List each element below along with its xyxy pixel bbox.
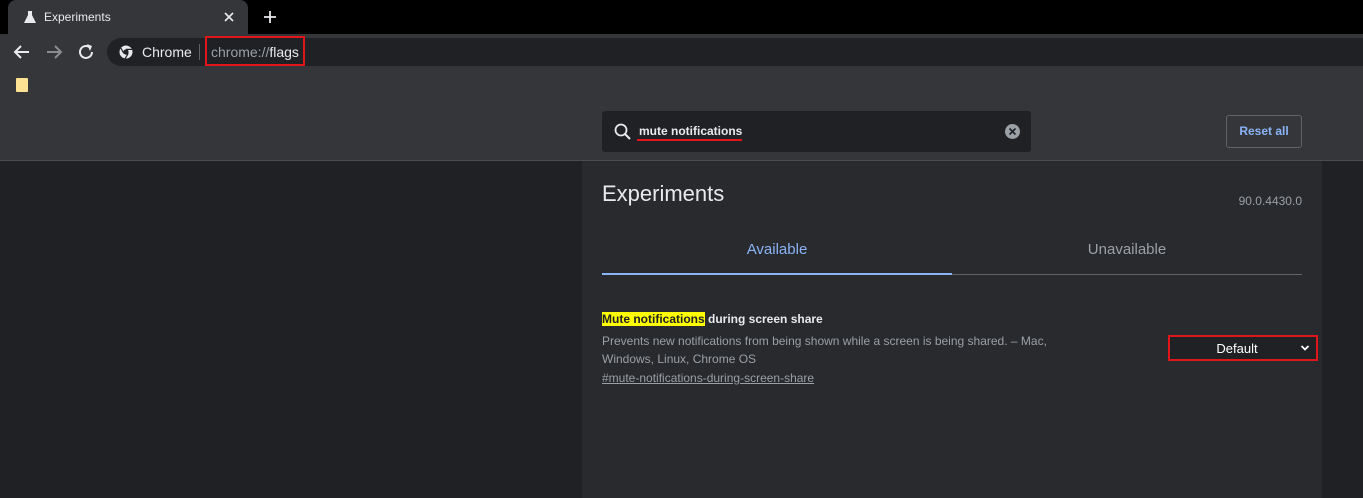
- search-input[interactable]: mute notifications: [639, 124, 742, 138]
- page-title: Experiments: [602, 181, 725, 206]
- chevron-down-icon: [1300, 345, 1310, 351]
- url-host: flags: [269, 44, 299, 60]
- tab-experiments[interactable]: Experiments: [8, 0, 248, 34]
- reload-icon[interactable]: [75, 41, 97, 63]
- toolbar: Chrome chrome://flags: [0, 34, 1363, 70]
- forward-arrow-icon[interactable]: [43, 41, 65, 63]
- experiment-item: Mute notifications during screen share P…: [602, 311, 1318, 386]
- tab-title: Experiments: [44, 10, 111, 24]
- tab-unavailable[interactable]: Unavailable: [952, 229, 1302, 275]
- plus-icon[interactable]: [260, 7, 280, 27]
- experiment-select[interactable]: Default: [1168, 335, 1318, 361]
- reset-all-button[interactable]: Reset all: [1226, 115, 1302, 148]
- bookmarks-bar: [0, 70, 1363, 102]
- back-arrow-icon[interactable]: [11, 41, 33, 63]
- experiment-select-value: Default: [1216, 341, 1258, 356]
- experiment-title-highlight: Mute notifications: [602, 312, 705, 326]
- close-icon[interactable]: [220, 8, 238, 26]
- url-text[interactable]: chrome://flags: [211, 44, 299, 60]
- experiment-tabs: Available Unavailable: [602, 229, 1302, 275]
- omnibox[interactable]: Chrome chrome://flags: [107, 36, 1363, 66]
- version-label: 90.0.4430.0: [1238, 194, 1302, 208]
- experiments-panel: Experiments 90.0.4430.0 Available Unavai…: [582, 161, 1322, 498]
- folder-icon[interactable]: [16, 78, 28, 92]
- experiment-title-rest: during screen share: [704, 312, 823, 326]
- search-annotation-underline: [637, 139, 742, 141]
- experiment-title: Mute notifications during screen share: [602, 311, 1302, 327]
- chrome-logo-icon: [119, 45, 133, 59]
- url-highlight-box: chrome://flags: [205, 36, 305, 66]
- search-box[interactable]: mute notifications: [602, 111, 1031, 152]
- tab-strip: Experiments: [0, 0, 1363, 34]
- experiment-link[interactable]: #mute-notifications-during-screen-share: [602, 370, 1302, 386]
- url-scheme: chrome://: [211, 44, 270, 60]
- tab-available[interactable]: Available: [602, 229, 952, 275]
- search-icon: [614, 123, 631, 140]
- clear-icon[interactable]: [1004, 123, 1021, 140]
- flask-icon: [24, 11, 36, 23]
- omnibox-site-label: Chrome: [142, 44, 192, 60]
- experiment-description: Prevents new notifications from being sh…: [602, 334, 1047, 366]
- omnibox-separator: [199, 44, 200, 60]
- flags-header: mute notifications Reset all: [0, 102, 1363, 161]
